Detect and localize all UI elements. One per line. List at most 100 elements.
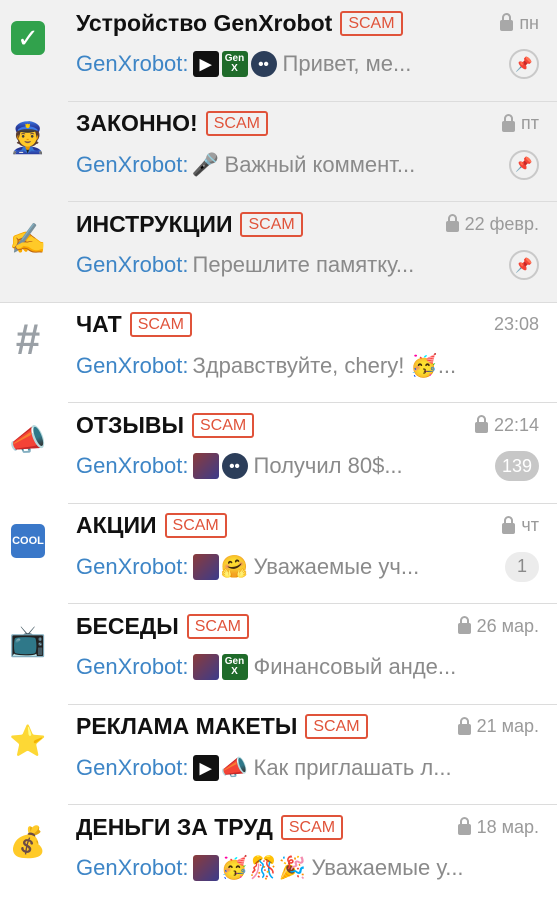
chat-title: ИНСТРУКЦИИ	[76, 210, 233, 237]
chat-row[interactable]: # ЧАТ SCAM 23:08 GenXrobot: Здравствуйте, che…	[0, 301, 557, 403]
robot-icon: ••	[250, 51, 277, 77]
chat-avatar: 📣	[9, 423, 47, 457]
chat-row[interactable]: 📣 ОТЗЫВЫ SCAM 22:14 GenXrobot: •• Получил 80$.…	[0, 402, 557, 503]
sender-name: GenXrobot:	[76, 151, 189, 177]
emoji-icon: 🥳	[220, 855, 249, 880]
chat-list: ✓ Устройство GenXrobot SCAM пн GenXrobot: ▶ Ge…	[0, 0, 557, 905]
pin-icon[interactable]: 📌	[509, 250, 539, 280]
chat-time: пт	[521, 113, 539, 133]
sender-name: GenXrobot:	[76, 754, 189, 780]
message-preview: Как приглашать л...	[253, 754, 452, 780]
unread-count-badge: 1	[505, 551, 539, 582]
chat-meta: 21 мар.	[457, 716, 539, 737]
chat-meta: 18 мар.	[457, 816, 539, 838]
chat-avatar: ✓	[8, 18, 48, 58]
sender-name: GenXrobot:	[76, 51, 189, 76]
scam-badge: SCAM	[192, 412, 255, 438]
sender-name: GenXrobot:	[76, 855, 189, 880]
image-thumbnail	[192, 654, 219, 680]
scam-badge: SCAM	[129, 312, 192, 337]
message-preview: Привет, ме...	[282, 51, 412, 76]
chat-row[interactable]: ✍ ИНСТРУКЦИИ SCAM 22 февр. GenXrobot: Перешли…	[0, 201, 557, 302]
scam-badge: SCAM	[186, 613, 249, 639]
lock-icon	[457, 817, 471, 835]
genx-logo-icon: Gen X	[221, 654, 248, 680]
chat-title: ЧАТ	[76, 311, 122, 337]
chat-row[interactable]: COOL АКЦИИ SCAM чт GenXrobot: 🤗 Уважаемые уч..…	[0, 502, 557, 604]
scam-badge: SCAM	[305, 714, 368, 739]
chat-time: чт	[521, 515, 539, 535]
chat-meta: 22 февр.	[445, 213, 539, 235]
chat-avatar: 📺	[9, 624, 47, 658]
message-preview: Перешлите памятку...	[192, 252, 415, 277]
chat-row[interactable]: ✓ Устройство GenXrobot SCAM пн GenXrobot: ▶ Ge…	[0, 0, 557, 101]
attachment-thumbs: ••	[192, 453, 248, 479]
chat-title: АКЦИИ	[76, 512, 157, 538]
emoji-icon: 🎤	[191, 151, 220, 177]
chat-row[interactable]: ⭐ РЕКЛАМА МАКЕТЫ SCAM 21 мар. GenXrobot: ▶ 📣 Ка…	[0, 703, 557, 805]
play-icon: ▶	[192, 754, 219, 781]
chat-row[interactable]: 💰 ДЕНЬГИ ЗА ТРУД SCAM 18 мар. GenXrobot: 🥳 🎊 🎉 У…	[0, 804, 557, 905]
chat-avatar: ✍	[9, 222, 47, 256]
chat-title: РЕКЛАМА МАКЕТЫ	[76, 713, 298, 739]
chat-time: 21 мар.	[476, 716, 539, 736]
attachment-thumbs: Gen X	[192, 654, 248, 680]
chat-time: 26 мар.	[476, 615, 539, 636]
attachment-thumbs: 🎤	[191, 151, 220, 178]
emoji-icon: 🤗	[220, 553, 249, 579]
chat-title: БЕСЕДЫ	[76, 612, 179, 639]
lock-icon	[474, 415, 488, 433]
message-preview: Уважаемые у...	[311, 855, 464, 880]
chat-avatar: 💰	[9, 825, 47, 859]
chat-title: ОТЗЫВЫ	[76, 411, 184, 438]
lock-icon	[500, 13, 514, 31]
message-preview: Здравствуйте, chery! 🥳...	[192, 352, 457, 378]
chat-meta: чт	[502, 515, 539, 536]
genx-logo-icon: Gen X	[221, 51, 248, 77]
robot-icon: ••	[221, 453, 248, 479]
scam-badge: SCAM	[340, 10, 403, 36]
chat-avatar: ⭐	[9, 725, 47, 758]
sender-name: GenXrobot:	[76, 252, 189, 277]
scam-badge: SCAM	[164, 513, 227, 538]
chat-time: пн	[519, 12, 539, 33]
sender-name: GenXrobot:	[76, 654, 189, 679]
attachment-thumbs: 🥳 🎊 🎉	[192, 855, 306, 881]
chat-meta: 22:14	[474, 414, 539, 436]
lock-icon	[457, 716, 471, 735]
chat-meta: 23:08	[494, 314, 539, 335]
chat-row[interactable]: 👮 ЗАКОННО! SCAM пт GenXrobot: 🎤 Важный коммент…	[0, 100, 557, 201]
chat-title: ЗАКОННО!	[76, 110, 198, 136]
chat-avatar: COOL	[8, 521, 48, 561]
play-icon: ▶	[192, 51, 219, 77]
chat-title: Устройство GenXrobot	[76, 9, 333, 36]
chat-time: 18 мар.	[476, 816, 539, 837]
lock-icon	[502, 113, 515, 132]
lock-icon	[445, 214, 459, 232]
chat-row[interactable]: 📺 БЕСЕДЫ SCAM 26 мар. GenXrobot: Gen X Финансов…	[0, 603, 557, 704]
attachment-thumbs: 🤗	[192, 553, 249, 580]
chat-time: 23:08	[493, 314, 539, 334]
image-thumbnail	[192, 453, 219, 479]
scam-badge: SCAM	[240, 211, 303, 237]
pin-icon[interactable]: 📌	[509, 49, 539, 79]
sender-name: GenXrobot:	[76, 352, 189, 378]
emoji-icon: 📣	[220, 754, 249, 780]
chat-avatar: 👮	[9, 122, 47, 155]
message-preview: Получил 80$...	[253, 453, 403, 478]
pin-icon[interactable]: 📌	[509, 149, 539, 180]
chat-time: 22 февр.	[464, 213, 539, 234]
chat-avatar: #	[15, 314, 41, 364]
lock-icon	[457, 616, 471, 634]
chat-time: 22:14	[493, 414, 539, 435]
scam-badge: SCAM	[205, 111, 268, 136]
lock-icon	[502, 515, 516, 534]
attachment-thumbs: ▶ 📣	[192, 754, 249, 781]
message-preview: Финансовый анде...	[253, 654, 457, 679]
message-preview: Уважаемые уч...	[253, 553, 420, 579]
chat-meta: пт	[502, 113, 539, 134]
image-thumbnail	[192, 855, 219, 881]
message-preview: Важный коммент...	[224, 151, 416, 177]
image-thumbnail	[192, 553, 219, 580]
chat-meta: пн	[500, 13, 539, 34]
